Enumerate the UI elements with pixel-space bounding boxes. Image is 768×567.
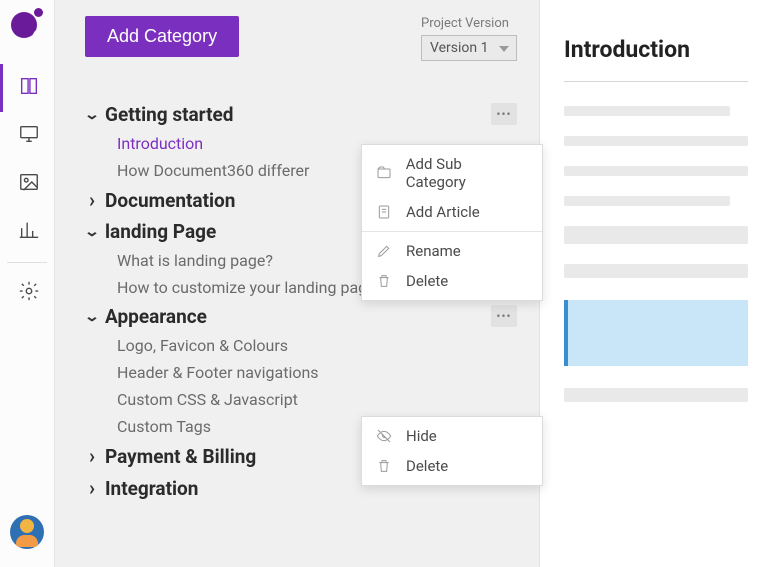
- menu-item-label: Hide: [406, 427, 437, 445]
- category-more-button[interactable]: •••: [491, 103, 517, 125]
- chevron-right-icon: ›: [85, 444, 99, 468]
- content-panel: Introduction: [539, 0, 768, 567]
- menu-item-delete[interactable]: Delete: [362, 451, 542, 481]
- toolbar: Add Category Project Version Version 1: [85, 16, 517, 61]
- category-more-button[interactable]: •••: [491, 305, 517, 327]
- app-logo: [11, 8, 43, 40]
- placeholder-line: [564, 388, 748, 402]
- tree-panel: Add Category Project Version Version 1 ⌄…: [55, 0, 539, 567]
- category-label: landing Page: [105, 220, 216, 243]
- menu-item-add-article[interactable]: Add Article: [362, 197, 542, 227]
- menu-item-label: Add Article: [406, 203, 480, 221]
- pencil-icon: [374, 242, 394, 260]
- eye-off-icon: [374, 427, 394, 445]
- context-menu-category: Add Sub Category Add Article Rename Delete: [361, 144, 543, 301]
- book-icon: [18, 75, 40, 101]
- rail-item-analytics[interactable]: [0, 208, 55, 256]
- placeholder-line: [564, 106, 730, 116]
- category-label: Appearance: [105, 305, 207, 328]
- chevron-down-icon: ⌄: [82, 224, 102, 240]
- gear-icon: [18, 280, 40, 306]
- chart-icon: [18, 219, 40, 245]
- category-label: Integration: [105, 477, 198, 500]
- menu-item-delete[interactable]: Delete: [362, 266, 542, 296]
- article-row[interactable]: Custom CSS & Javascript: [85, 386, 517, 413]
- article-row[interactable]: Header & Footer navigations: [85, 359, 517, 386]
- rail-item-image[interactable]: [0, 160, 55, 208]
- placeholder-line: [564, 196, 730, 206]
- nav-rail: [0, 0, 55, 567]
- highlight-block: [564, 300, 748, 366]
- menu-separator: [362, 231, 542, 232]
- rail-item-settings[interactable]: [0, 269, 55, 317]
- chevron-down-icon: ⌄: [82, 309, 102, 325]
- version-label: Project Version: [421, 16, 517, 31]
- trash-icon: [374, 272, 394, 290]
- context-menu-article: Hide Delete: [361, 416, 543, 486]
- rail-item-monitor[interactable]: [0, 112, 55, 160]
- folder-plus-icon: [374, 164, 394, 182]
- add-category-button[interactable]: Add Category: [85, 16, 239, 57]
- category-label: Getting started: [105, 103, 234, 126]
- menu-item-hide[interactable]: Hide: [362, 421, 542, 451]
- menu-item-add-sub-category[interactable]: Add Sub Category: [362, 149, 542, 197]
- version-select[interactable]: Version 1: [421, 35, 517, 61]
- placeholder-line: [564, 136, 748, 146]
- menu-item-rename[interactable]: Rename: [362, 236, 542, 266]
- category-label: Documentation: [105, 189, 235, 212]
- divider: [564, 81, 748, 82]
- menu-item-label: Delete: [406, 272, 448, 290]
- file-plus-icon: [374, 203, 394, 221]
- category-row[interactable]: ⌄Getting started •••: [85, 99, 517, 130]
- menu-item-label: Delete: [406, 457, 448, 475]
- menu-item-label: Rename: [406, 242, 461, 260]
- user-avatar[interactable]: [10, 515, 44, 549]
- chevron-right-icon: ›: [85, 188, 99, 212]
- monitor-icon: [18, 123, 40, 149]
- trash-icon: [374, 457, 394, 475]
- chevron-right-icon: ›: [85, 476, 99, 500]
- chevron-down-icon: ⌄: [82, 107, 102, 123]
- page-title: Introduction: [564, 36, 748, 63]
- article-row[interactable]: Logo, Favicon & Colours: [85, 332, 517, 359]
- category-label: Payment & Billing: [105, 445, 256, 468]
- category-row[interactable]: ⌄Appearance •••: [85, 301, 517, 332]
- placeholder-line: [564, 166, 748, 176]
- menu-item-label: Add Sub Category: [406, 155, 524, 191]
- placeholder-line: [564, 264, 748, 278]
- image-icon: [18, 171, 40, 197]
- rail-item-book[interactable]: [0, 64, 55, 112]
- placeholder-line: [564, 226, 748, 244]
